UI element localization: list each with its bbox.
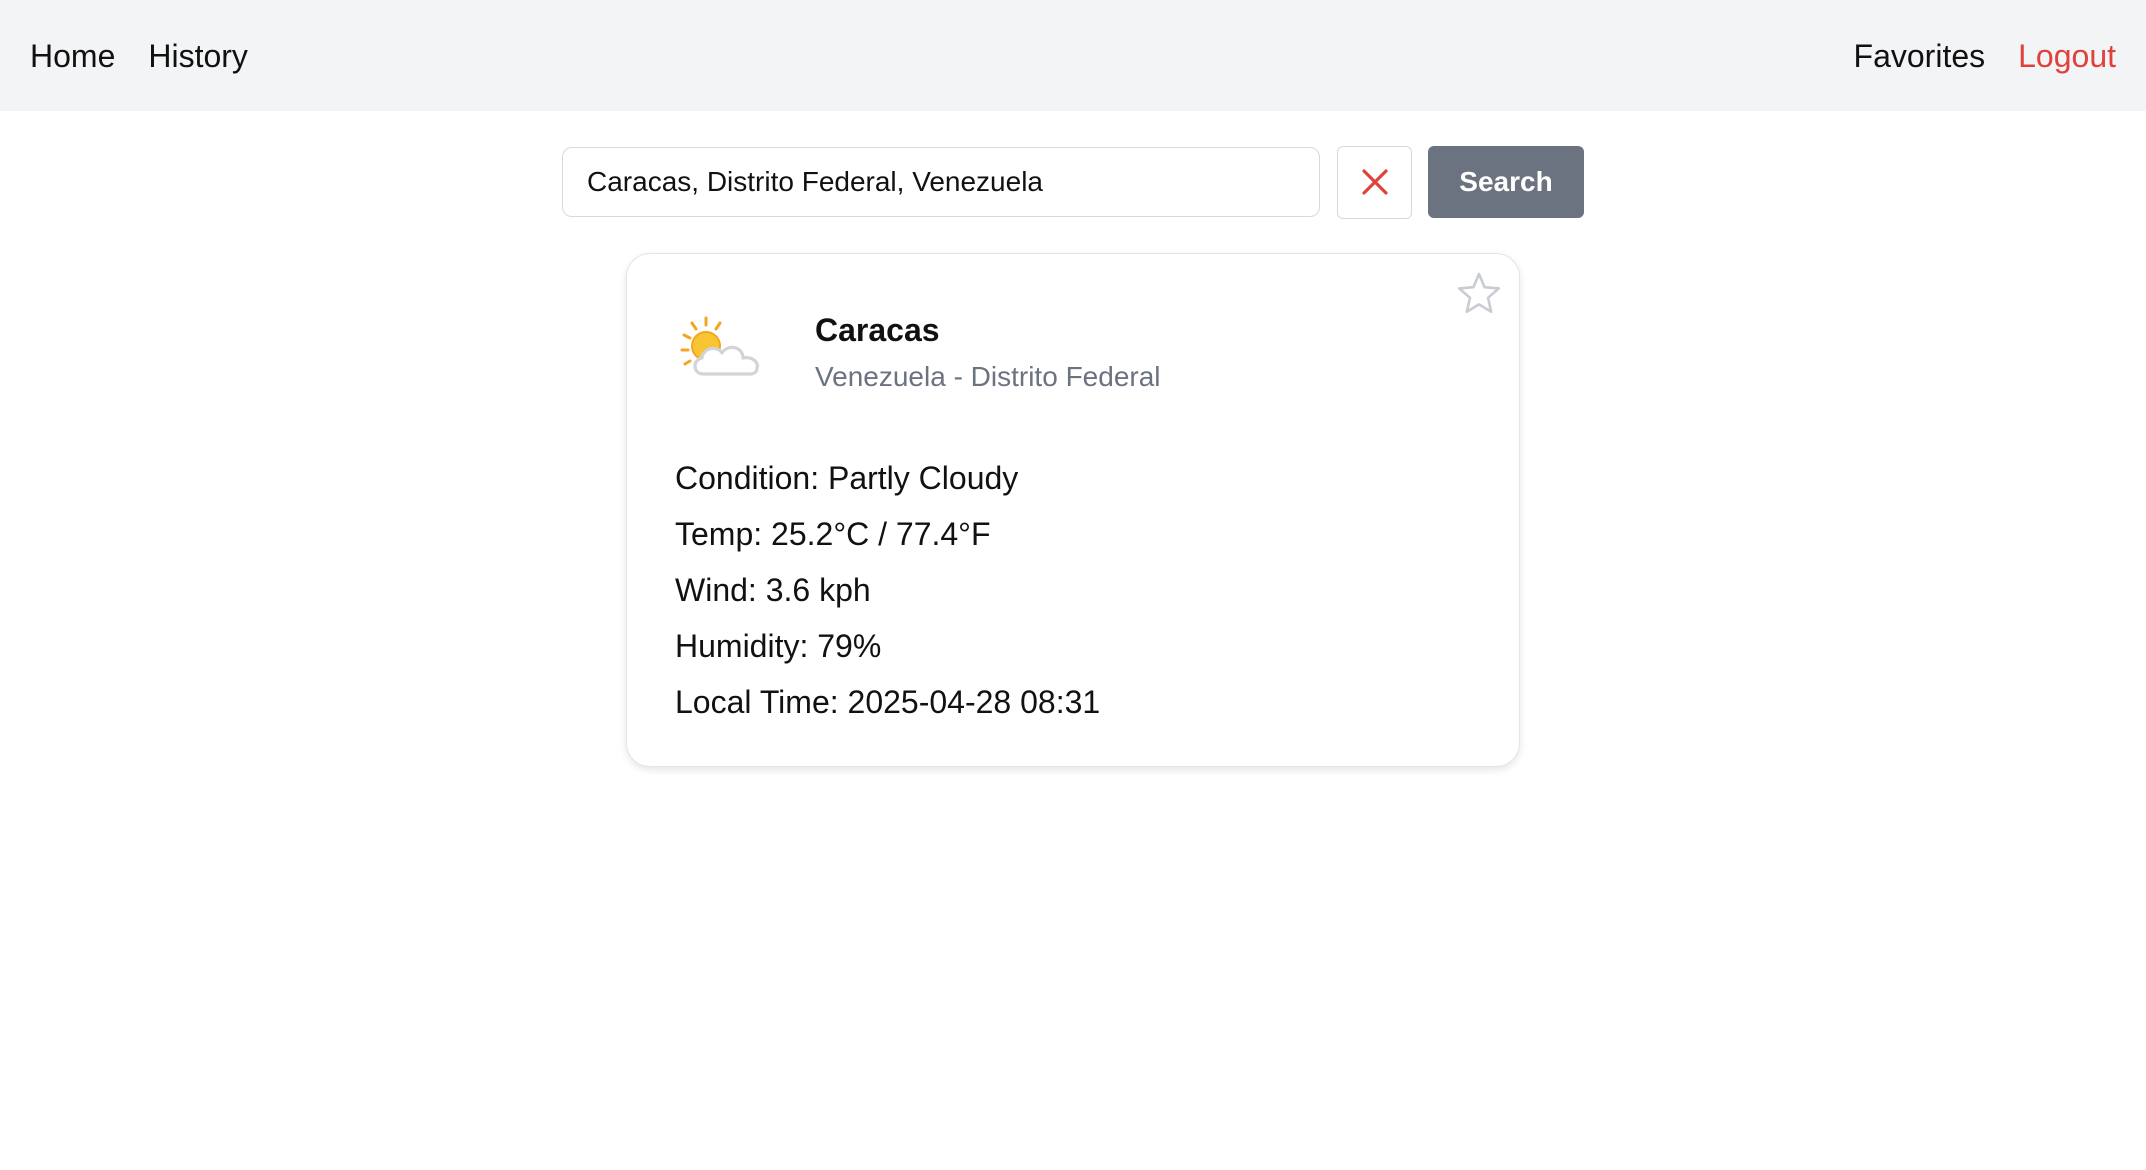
search-bar: Search [562, 145, 1584, 219]
close-icon [1361, 169, 1388, 195]
location-block: Caracas Venezuela - Distrito Federal [815, 310, 1161, 394]
weather-condition-icon [679, 314, 769, 384]
nav-history-link[interactable]: History [148, 40, 248, 72]
nav-favorites-link[interactable]: Favorites [1854, 40, 1986, 72]
clear-search-button[interactable] [1337, 145, 1412, 219]
weather-card: Caracas Venezuela - Distrito Federal Con… [626, 253, 1520, 767]
favorite-star-button[interactable] [1455, 270, 1503, 318]
country-region: Venezuela - Distrito Federal [815, 361, 1161, 392]
temperature-text: Temp: 25.2°C / 77.4°F [675, 516, 991, 552]
partly-cloudy-icon [680, 316, 759, 376]
city-name: Caracas [815, 312, 940, 348]
local-time-text: Local Time: 2025-04-28 08:31 [675, 684, 1101, 720]
wind-text: Wind: 3.6 kph [675, 572, 871, 608]
nav-logout-link[interactable]: Logout [2018, 40, 2116, 72]
nav-home-link[interactable]: Home [30, 40, 115, 72]
top-navbar: Home History Favorites Logout [0, 0, 2146, 111]
humidity-text: Humidity: 79% [675, 628, 882, 664]
search-button[interactable]: Search [1428, 146, 1584, 218]
nav-right-group: Favorites Logout [1854, 40, 2116, 72]
star-outline-icon [1457, 272, 1501, 314]
weather-details: Condition: Partly Cloudy Temp: 25.2°C / … [675, 450, 1100, 730]
search-input[interactable] [562, 147, 1320, 217]
condition-text: Condition: Partly Cloudy [675, 460, 1019, 496]
nav-left-group: Home History [30, 40, 248, 72]
